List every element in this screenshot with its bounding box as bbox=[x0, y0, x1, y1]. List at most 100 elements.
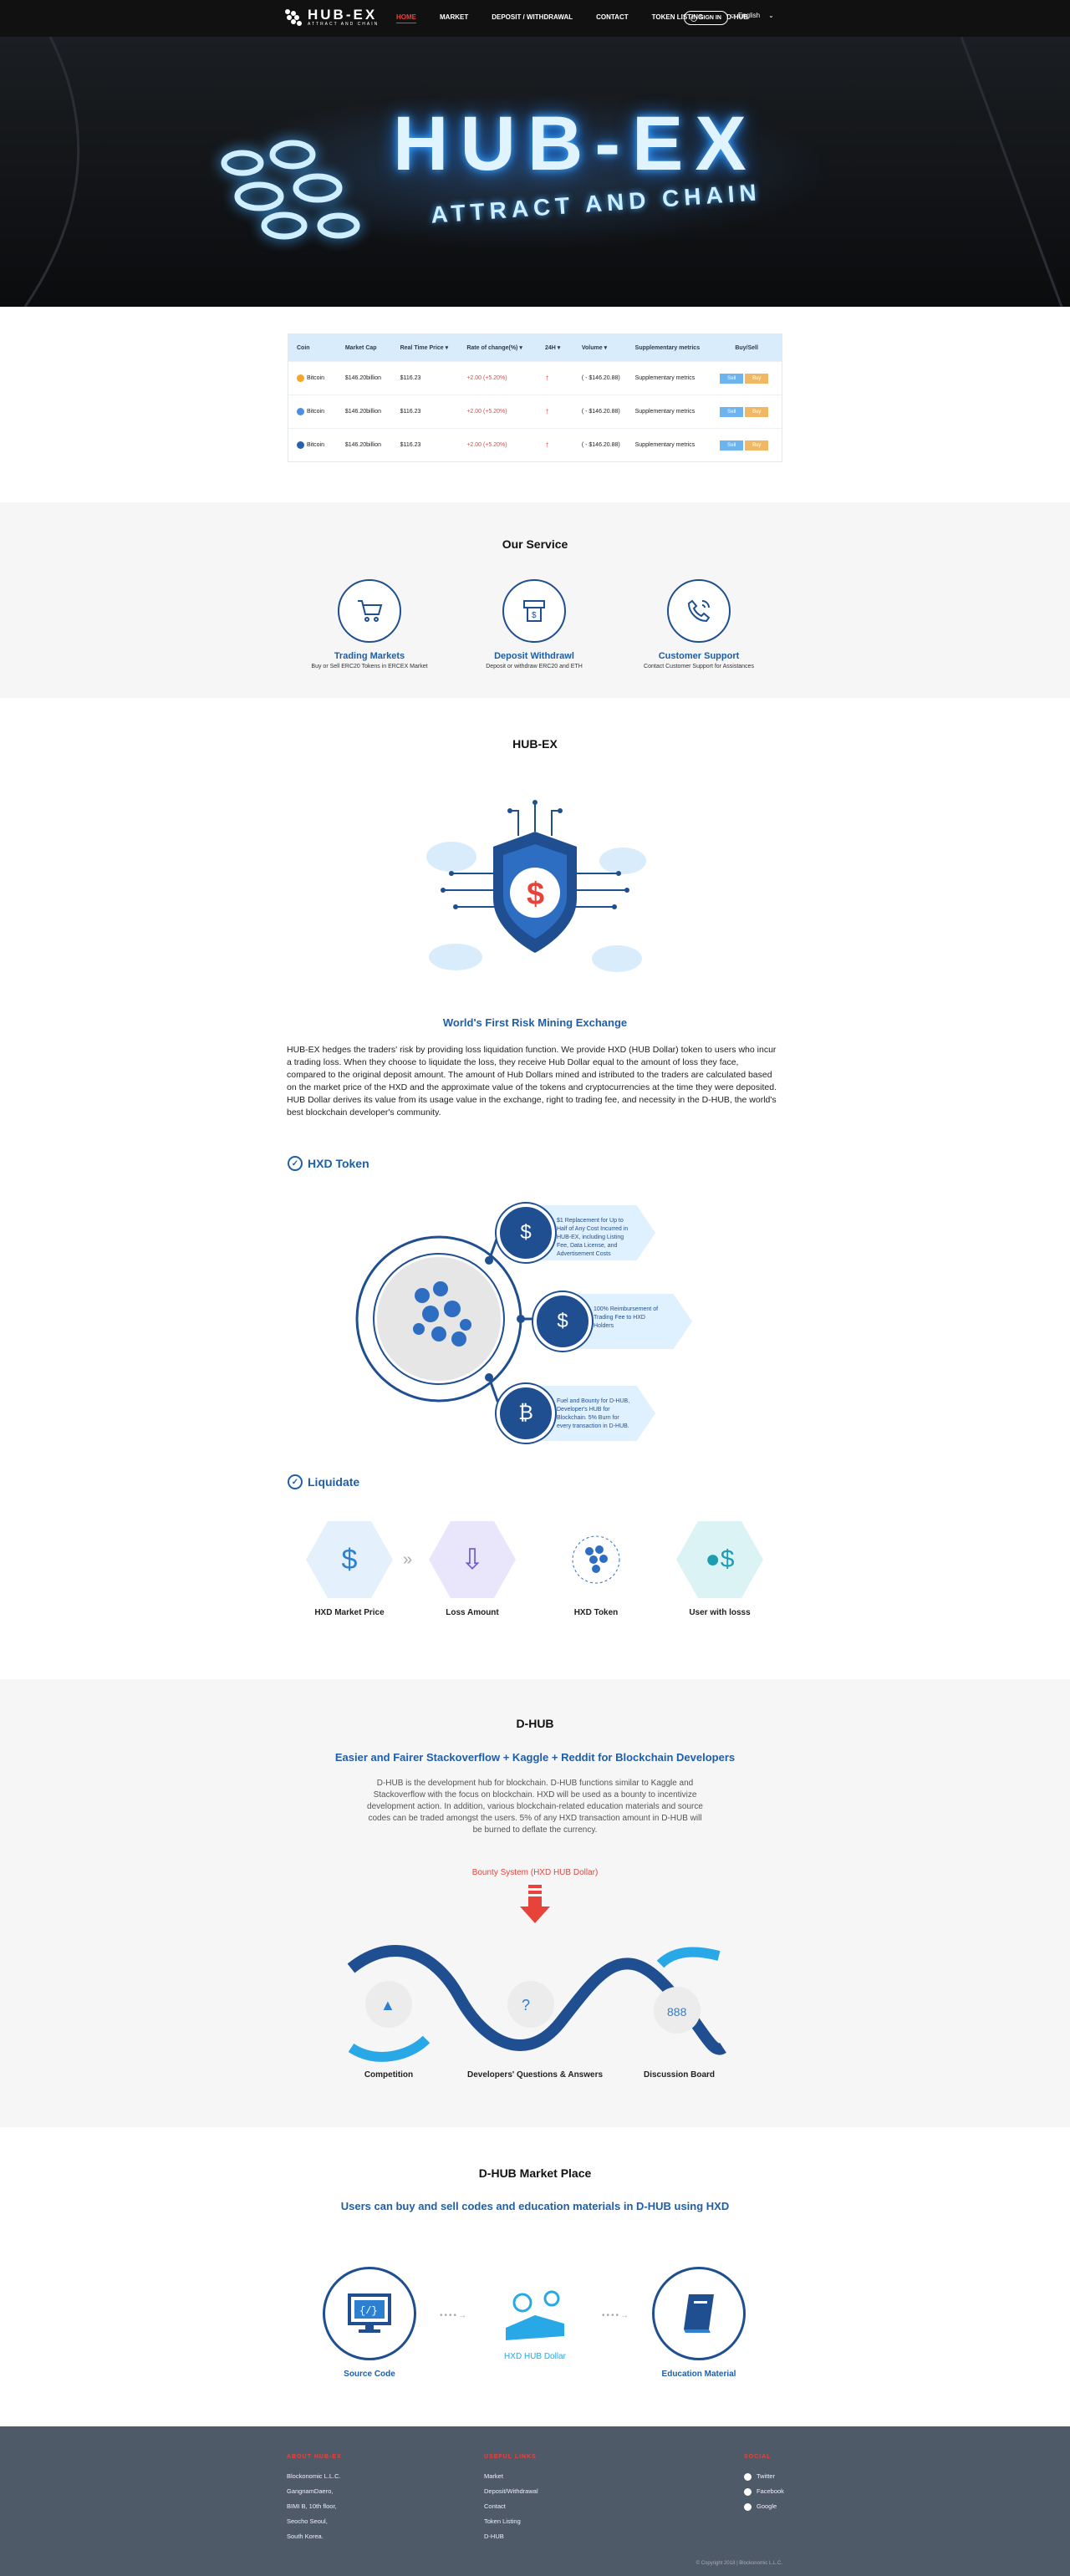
coin-name: Bitcoin bbox=[307, 442, 325, 448]
hubex-paragraph: HUB-EX hedges the traders' risk by provi… bbox=[287, 1045, 777, 1117]
table-row: Bitcoin $146.20billion $116.23 +2.00 (+5… bbox=[288, 361, 782, 395]
buy-button[interactable]: Buy bbox=[745, 373, 769, 384]
col-change[interactable]: Rate of change(%) ▾ bbox=[458, 344, 537, 351]
market-cap-cell: $146.20billion bbox=[344, 375, 382, 381]
security-shield-illustration: $ bbox=[426, 800, 646, 972]
table-row: Bitcoin $146.20billion $116.23 +2.00 (+5… bbox=[288, 395, 782, 428]
svg-text:▲: ▲ bbox=[380, 1997, 395, 2013]
lock-icon: ◯ bbox=[690, 15, 697, 22]
twitter-label: Twitter bbox=[757, 2472, 776, 2480]
facebook-icon bbox=[744, 2487, 752, 2496]
footer-google[interactable]: Google bbox=[744, 2499, 784, 2514]
liquidate-item: ●$ User with losss bbox=[674, 1521, 766, 1617]
buy-button[interactable]: Buy bbox=[745, 406, 769, 417]
footer-link-token-listing[interactable]: Token Listing bbox=[484, 2514, 538, 2529]
double-arrow-icon: » bbox=[403, 1550, 413, 1569]
svg-text:888: 888 bbox=[667, 2005, 687, 2019]
hubex-subtitle: World's First Risk Mining Exchange bbox=[442, 1016, 628, 1029]
atm-icon: $ bbox=[502, 579, 566, 643]
market-cap-cell: $146.20billion bbox=[344, 409, 382, 415]
phone-icon bbox=[667, 579, 731, 643]
sign-in-button[interactable]: ◯ SIGN IN bbox=[684, 11, 728, 25]
sell-button[interactable]: Sell bbox=[720, 440, 744, 451]
col-volume-label: Volume bbox=[581, 345, 603, 351]
liquidate-item: HXD Token bbox=[550, 1521, 642, 1617]
site-logo[interactable]: HUB-EX ATTRACT AND CHAIN bbox=[284, 8, 379, 27]
card-payment-icon: $ bbox=[497, 1204, 555, 1262]
hxd-coin-icon bbox=[506, 2290, 564, 2340]
dhub-title: D-HUB bbox=[516, 1717, 554, 1730]
language-label: English bbox=[737, 12, 761, 19]
col-volume[interactable]: Volume ▾ bbox=[573, 344, 627, 351]
footer-twitter[interactable]: Twitter bbox=[744, 2469, 784, 2484]
address-line: GangnamDaero, bbox=[287, 2487, 334, 2495]
buy-sell-cell: Sell Buy bbox=[711, 373, 782, 384]
col-market-cap[interactable]: Market Cap bbox=[337, 345, 392, 351]
bitcoin-icon bbox=[297, 441, 304, 449]
sort-icon: ▾ bbox=[557, 345, 561, 351]
svg-text:?: ? bbox=[522, 1997, 530, 2013]
nav-home[interactable]: HOME bbox=[396, 13, 416, 23]
dhub-step-discussion: Discussion Board bbox=[643, 2070, 716, 2080]
service-desc: Contact Customer Support for Assistances bbox=[644, 664, 754, 669]
nav-deposit-withdrawal[interactable]: DEPOSIT / WITHDRAWAL bbox=[492, 13, 573, 23]
hxd-hub-dollar-label: HXD HUB Dollar bbox=[504, 2352, 566, 2361]
volume-cell: ( - $146.20.88) bbox=[581, 409, 620, 415]
hxd-token-heading: ✓ HXD Token bbox=[288, 1156, 369, 1171]
footer-link-deposit[interactable]: Deposit/Withdrawal bbox=[484, 2484, 538, 2499]
sell-button[interactable]: Sell bbox=[720, 406, 744, 417]
nav-contact[interactable]: CONTACT bbox=[596, 13, 629, 23]
footer-facebook[interactable]: Facebook bbox=[744, 2484, 784, 2499]
user-growth-icon: ●$ bbox=[676, 1521, 763, 1598]
col-price-label: Real Time Price bbox=[400, 345, 444, 351]
footer-social-heading: SOCIAL bbox=[744, 2454, 772, 2460]
svg-text:{/}: {/} bbox=[359, 2305, 378, 2317]
trend-up-icon: ↑ bbox=[544, 407, 549, 416]
liquidate-item: ⇩ Loss Amount bbox=[426, 1521, 518, 1617]
footer-link-market[interactable]: Market bbox=[484, 2469, 538, 2484]
logo-title: HUB-EX bbox=[308, 7, 378, 23]
dhub-subtitle: Easier and Fairer Stackoverflow + Kaggle… bbox=[334, 1751, 736, 1764]
google-icon bbox=[744, 2502, 752, 2511]
service-name: Customer Support bbox=[658, 651, 740, 661]
footer-links-heading: USEFUL LINKS bbox=[484, 2454, 537, 2460]
sign-in-label: SIGN IN bbox=[699, 15, 721, 21]
copyright: © Copyright 2018 | Blockonomic L.L.C. bbox=[696, 2561, 782, 2566]
liquidate-label: HXD Market Price bbox=[314, 1608, 385, 1617]
col-coin[interactable]: Coin bbox=[288, 345, 337, 351]
trend-up-icon: ↑ bbox=[544, 374, 549, 383]
book-icon bbox=[652, 2267, 746, 2360]
hubex-title: HUB-EX bbox=[512, 737, 558, 751]
source-code-label: Source Code bbox=[344, 2370, 395, 2379]
price-cell: $116.23 bbox=[400, 375, 421, 381]
trend-up-icon: ↑ bbox=[544, 440, 549, 450]
source-code-icon: {/} bbox=[323, 2267, 416, 2360]
arrow-connector-left: ••••→ bbox=[440, 2311, 469, 2320]
table-row: Bitcoin $146.20billion $116.23 +2.00 (+5… bbox=[288, 428, 782, 461]
footer-link-dhub[interactable]: D-HUB bbox=[484, 2529, 538, 2544]
cart-icon bbox=[338, 579, 401, 643]
col-24h[interactable]: 24H ▾ bbox=[537, 344, 573, 351]
bitcoin-icon bbox=[297, 374, 304, 382]
sell-button[interactable]: Sell bbox=[720, 373, 744, 384]
address-line: Blockonomic L.L.C. bbox=[287, 2472, 341, 2480]
logo-mark-icon bbox=[285, 9, 302, 26]
col-price[interactable]: Real Time Price ▾ bbox=[392, 344, 459, 351]
buy-button[interactable]: Buy bbox=[745, 440, 769, 451]
coin-cell: Bitcoin bbox=[288, 441, 337, 449]
svg-text:$: $ bbox=[532, 611, 537, 620]
liquidate-item: $ HXD Market Price bbox=[303, 1521, 395, 1617]
facebook-label: Facebook bbox=[757, 2487, 784, 2495]
service-customer-support[interactable]: Customer Support Contact Customer Suppor… bbox=[599, 579, 799, 669]
bounty-label: Bounty System (HXD HUB Dollar) bbox=[471, 1868, 599, 1877]
arrow-connector-right: ••••→ bbox=[602, 2311, 631, 2320]
footer-link-contact[interactable]: Contact bbox=[484, 2499, 538, 2514]
coin-name: Bitcoin bbox=[307, 375, 325, 381]
language-select[interactable]: ○ English ⌄ bbox=[731, 12, 774, 19]
logo-subtitle: ATTRACT AND CHAIN bbox=[308, 22, 380, 27]
nav-market[interactable]: MARKET bbox=[440, 13, 468, 23]
price-cell: $116.23 bbox=[400, 409, 421, 415]
liquidate-heading: ✓ Liquidate bbox=[288, 1474, 359, 1489]
col-metrics: Supplementary metrics bbox=[634, 344, 701, 351]
market-table: Coin Market Cap Real Time Price ▾ Rate o… bbox=[288, 333, 782, 462]
